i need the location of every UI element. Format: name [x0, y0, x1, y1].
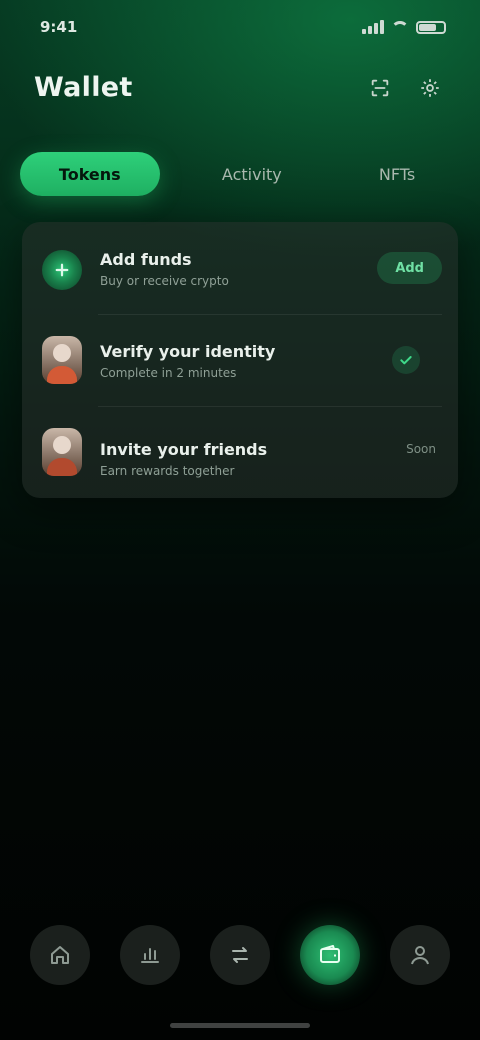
- avatar: [42, 336, 82, 384]
- settings-button[interactable]: [414, 72, 446, 104]
- tab-nfts[interactable]: NFTs: [344, 152, 450, 196]
- header-actions: [364, 72, 446, 104]
- home-icon: [51, 946, 69, 964]
- tab-tokens[interactable]: Tokens: [20, 152, 160, 196]
- battery-icon: [416, 20, 446, 34]
- add-funds-icon: [42, 250, 82, 290]
- settings-icon: [421, 79, 439, 97]
- chart-icon: [141, 948, 159, 963]
- status-icons: [362, 20, 446, 34]
- bottom-nav: [30, 910, 450, 1000]
- list-item-add-funds[interactable]: Add funds Buy or receive crypto Add: [22, 222, 458, 314]
- list-item-subtitle: Complete in 2 minutes: [100, 366, 237, 380]
- scan-button[interactable]: [364, 72, 396, 104]
- check-icon: [392, 346, 420, 374]
- tab-activity[interactable]: Activity: [180, 152, 324, 196]
- page-title: Wallet: [34, 72, 133, 103]
- scan-icon: [371, 79, 389, 97]
- nav-wallet[interactable]: [300, 925, 360, 985]
- list-item-meta: Soon: [406, 442, 436, 456]
- add-funds-button[interactable]: Add: [377, 252, 442, 284]
- nav-profile[interactable]: [390, 925, 450, 985]
- status-bar: 9:41: [0, 0, 480, 54]
- profile-icon: [411, 946, 429, 965]
- nav-home[interactable]: [30, 925, 90, 985]
- app-screen: 9:41 Wallet Tokens Activity NFTs Add fun…: [0, 0, 480, 1040]
- avatar: [42, 428, 82, 476]
- task-list-card: Add funds Buy or receive crypto Add Veri…: [22, 222, 458, 498]
- wallet-icon: [320, 945, 340, 963]
- list-item-subtitle: Buy or receive crypto: [100, 274, 229, 288]
- home-indicator: [170, 1023, 310, 1028]
- list-item-title: Invite your friends: [100, 440, 268, 459]
- swap-icon: [232, 947, 248, 963]
- nav-swap[interactable]: [210, 925, 270, 985]
- nav-markets[interactable]: [120, 925, 180, 985]
- list-item-title: Add funds: [100, 250, 192, 269]
- list-item-title: Verify your identity: [100, 342, 276, 361]
- list-item-subtitle: Earn rewards together: [100, 464, 235, 478]
- segmented-tabs: Tokens Activity NFTs: [20, 150, 450, 198]
- cellular-signal-icon: [362, 20, 384, 34]
- wifi-icon: [391, 21, 409, 33]
- header: Wallet: [34, 62, 446, 118]
- list-item-verify-identity[interactable]: Verify your identity Complete in 2 minut…: [22, 314, 458, 406]
- list-item-invite-friends[interactable]: Invite your friends Earn rewards togethe…: [22, 406, 458, 498]
- status-time: 9:41: [40, 18, 78, 36]
